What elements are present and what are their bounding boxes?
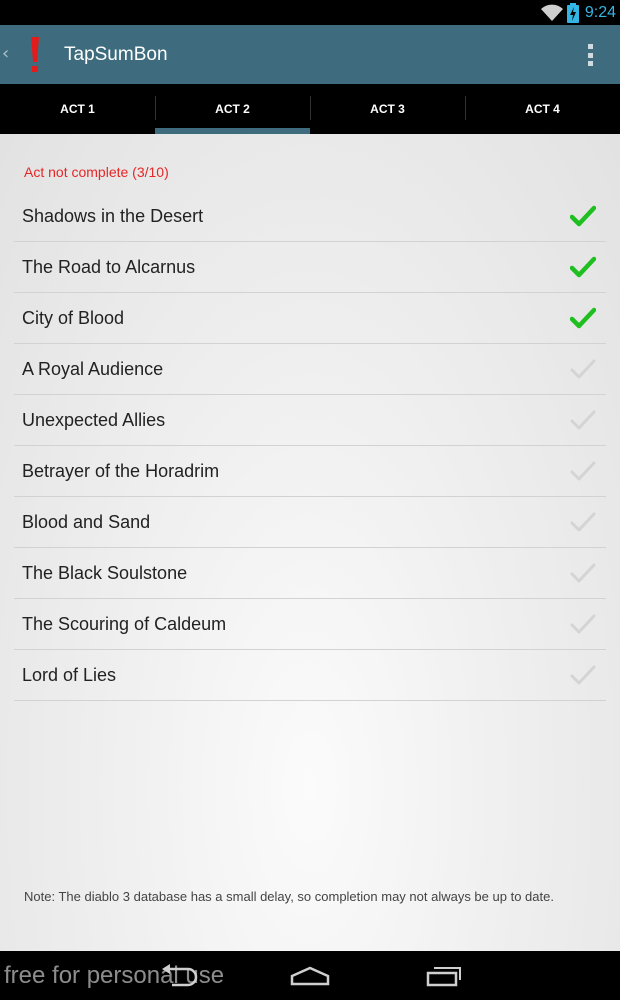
quest-row[interactable]: City of Blood (14, 293, 606, 344)
status-bar: 9:24 (0, 0, 620, 25)
checkmark-incomplete-icon (570, 563, 596, 583)
tab-label: ACT 4 (525, 102, 560, 116)
checkmark-incomplete-icon (570, 614, 596, 634)
quest-row[interactable]: The Road to Alcarnus (14, 242, 606, 293)
quest-list: Shadows in the Desert The Road to Alcarnu… (14, 191, 606, 701)
recents-icon[interactable] (422, 963, 466, 989)
quest-title: Blood and Sand (22, 511, 151, 532)
up-caret-icon[interactable]: ‹ (2, 43, 9, 64)
overflow-menu-icon[interactable] (580, 41, 600, 69)
exclamation-icon[interactable] (22, 35, 48, 75)
checkmark-complete-icon (570, 307, 596, 329)
quest-row[interactable]: Unexpected Allies (14, 395, 606, 446)
quest-row[interactable]: Lord of Lies (14, 650, 606, 701)
tab-act-2[interactable]: ACT 2 (155, 84, 310, 134)
quest-title: A Royal Audience (22, 358, 164, 379)
checkmark-complete-icon (570, 205, 596, 227)
quest-title: The Road to Alcarnus (22, 256, 196, 277)
checkmark-incomplete-icon (570, 359, 596, 379)
quest-row[interactable]: The Black Soulstone (14, 548, 606, 599)
quest-content: Act not complete (3/10) Shadows in the D… (0, 134, 620, 951)
navigation-bar: free for personal use (0, 951, 620, 1000)
tab-act-4[interactable]: ACT 4 (465, 84, 620, 134)
quest-row[interactable]: Shadows in the Desert (14, 191, 606, 242)
quest-row[interactable]: The Scouring of Caldeum (14, 599, 606, 650)
tab-label: ACT 2 (215, 102, 250, 116)
checkmark-incomplete-icon (570, 665, 596, 685)
tab-label: ACT 3 (370, 102, 405, 116)
quest-row[interactable]: Betrayer of the Horadrim (14, 446, 606, 497)
wifi-icon (540, 4, 563, 21)
tab-act-1[interactable]: ACT 1 (0, 84, 155, 134)
status-icons: 9:24 (540, 0, 616, 25)
app-title: TapSumBon (64, 44, 168, 65)
checkmark-incomplete-icon (570, 461, 596, 481)
tab-bar: ACT 1 ACT 2 ACT 3 ACT 4 (0, 84, 620, 134)
quest-title: Shadows in the Desert (22, 205, 204, 226)
battery-charging-icon (566, 2, 579, 23)
checkmark-incomplete-icon (570, 512, 596, 532)
quest-title: City of Blood (22, 307, 125, 328)
quest-row[interactable]: Blood and Sand (14, 497, 606, 548)
back-icon[interactable] (158, 963, 202, 989)
checkmark-incomplete-icon (570, 410, 596, 430)
quest-row[interactable]: A Royal Audience (14, 344, 606, 395)
home-icon[interactable] (288, 963, 332, 989)
quest-title: The Scouring of Caldeum (22, 613, 227, 634)
act-status: Act not complete (3/10) (24, 164, 169, 180)
tab-label: ACT 1 (60, 102, 95, 116)
quest-title: The Black Soulstone (22, 562, 188, 583)
quest-title: Betrayer of the Horadrim (22, 460, 220, 481)
quest-title: Lord of Lies (22, 664, 117, 685)
checkmark-complete-icon (570, 256, 596, 278)
status-time: 9:24 (584, 3, 616, 21)
quest-title: Unexpected Allies (22, 409, 166, 430)
action-bar: ‹ TapSumBon (0, 25, 620, 84)
note-text: Note: The diablo 3 database has a small … (24, 889, 554, 904)
tab-act-3[interactable]: ACT 3 (310, 84, 465, 134)
